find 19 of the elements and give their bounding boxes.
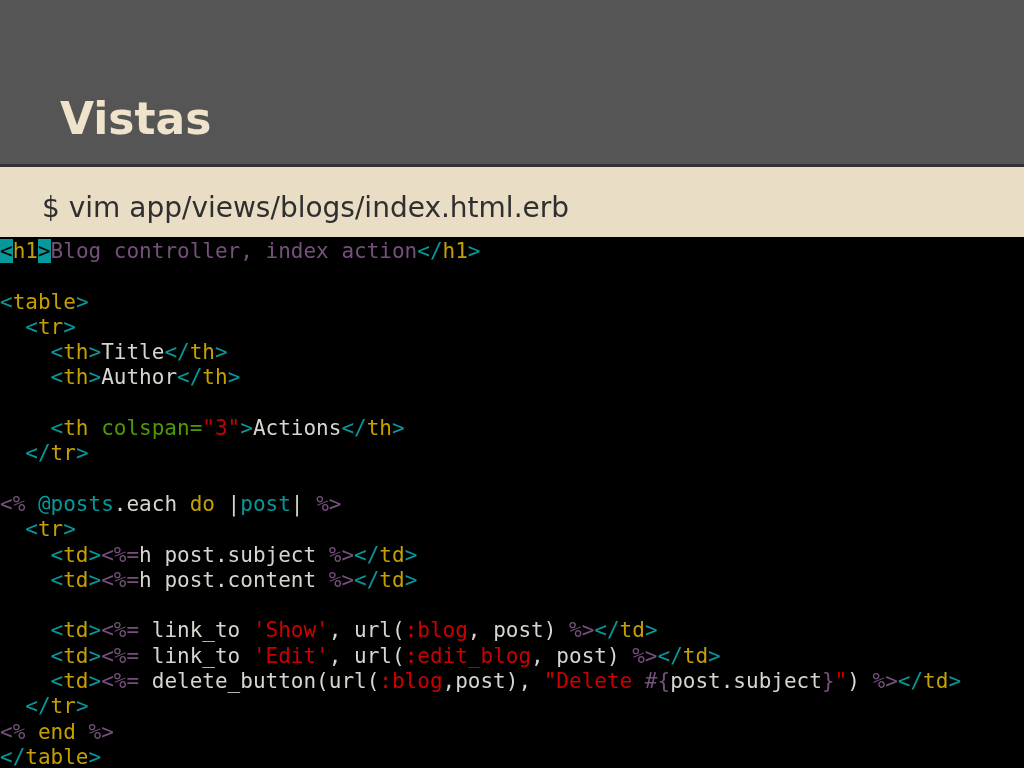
code-line: <table> bbox=[0, 289, 90, 315]
code-line: <% end %> bbox=[0, 719, 115, 745]
code-line: <% @posts.each do |post| %> bbox=[0, 491, 343, 518]
code-line: <td><%=h post.content %></td> bbox=[49, 567, 419, 594]
slide-title: Vistas bbox=[60, 93, 212, 146]
code-line: <tr> bbox=[24, 314, 77, 341]
code-line: </tr> bbox=[24, 441, 90, 467]
code-line: <td><%= link_to 'Show', url(:blog, post) %></td> bbox=[49, 618, 659, 644]
code-line: <tr> bbox=[24, 517, 77, 543]
code-line: <th>Author</th> bbox=[49, 365, 242, 391]
code-line: <th colspan="3">Actions</th> bbox=[49, 416, 406, 442]
code-line: <td><%= link_to 'Edit', url(:edit_blog, post) %></td> bbox=[49, 643, 722, 670]
code-line: <td><%=h post.subject %></td> bbox=[49, 542, 419, 568]
code-line: </table> bbox=[0, 744, 103, 768]
code-line: </tr> bbox=[24, 694, 90, 720]
code-line: <h1>Blog controller, index action</h1> bbox=[0, 239, 482, 265]
command-text: $ vim app/views/blogs/index.html.erb bbox=[42, 190, 570, 224]
code-line: <th>Title</th> bbox=[49, 340, 229, 366]
code-line: <td><%= delete_button(url(:blog,post), "Delete #{post.subject}") %></td> bbox=[49, 669, 963, 695]
